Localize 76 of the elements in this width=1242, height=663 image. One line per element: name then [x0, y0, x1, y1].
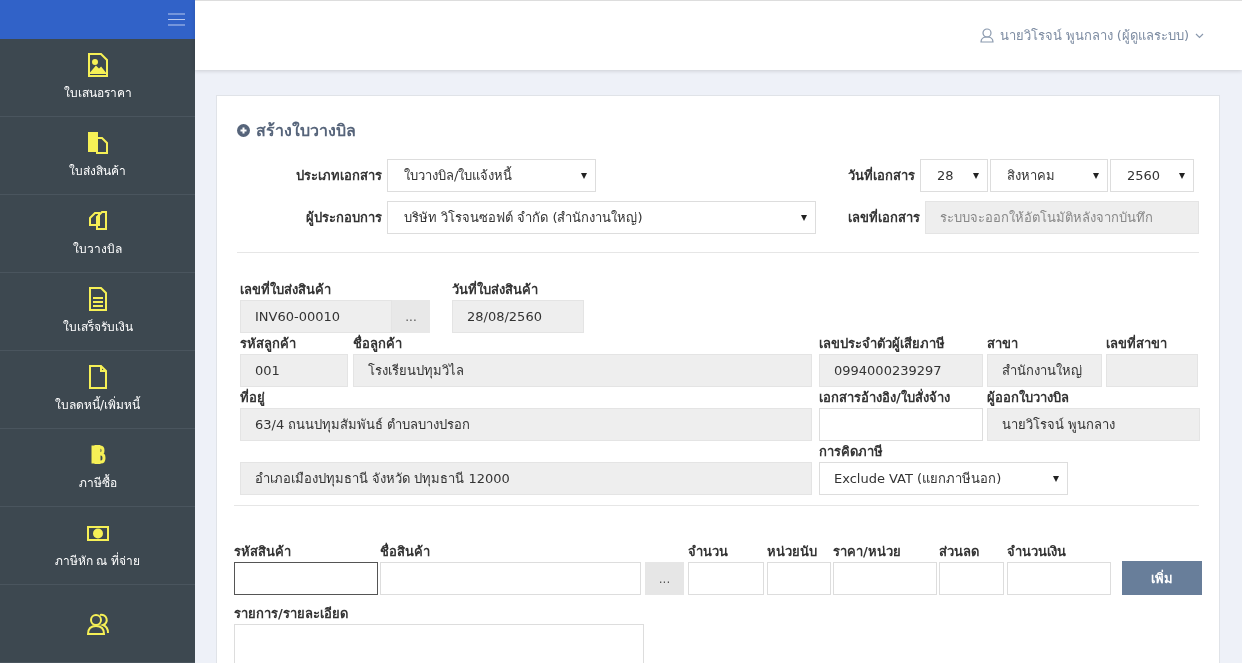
unit-price-field[interactable] — [833, 562, 937, 595]
day-select[interactable]: 28 — [920, 159, 988, 192]
user-menu[interactable]: นายวิโรจน์ พูนกลาง (ผู้ดูแลระบบ) — [979, 25, 1204, 46]
year-select[interactable]: 2560 — [1110, 159, 1194, 192]
sidebar-label: ภาษีซื้อ — [78, 473, 117, 492]
field-label: หน่วยนับ — [767, 543, 818, 561]
field-label: ราคา/หน่วย — [833, 543, 902, 561]
field-label: สาขา — [987, 335, 1019, 353]
tax-calculation-select[interactable]: Exclude VAT (แยกภาษีนอก) — [819, 462, 1068, 495]
field-label: วันที่เอกสาร — [848, 165, 915, 185]
product-code-field[interactable] — [234, 562, 378, 595]
unit-field[interactable] — [767, 562, 831, 595]
field-label: ส่วนลด — [939, 543, 980, 561]
field-label: เลขที่ใบส่งสินค้า — [240, 281, 332, 299]
field-label: จำนวน — [688, 543, 729, 561]
copy-icon — [86, 131, 109, 155]
sidebar-label: ใบเสนอราคา — [63, 85, 132, 102]
field-label: ประเภทเอกสาร — [295, 167, 382, 185]
field-label: ที่อยู่ — [240, 389, 266, 407]
browse-button[interactable]: ... — [392, 300, 430, 333]
field-label: เลขประจำตัวผู้เสียภาษี — [819, 335, 946, 353]
caret-icon — [1053, 475, 1059, 482]
chevron-icon — [1195, 32, 1204, 39]
sidebar-label: ใบส่งสินค้า — [69, 163, 126, 180]
field-label: ชื่อลูกค้า — [353, 335, 403, 353]
add-button[interactable]: เพิ่ม — [1122, 561, 1202, 595]
form-title: สร้างใบวางบิล — [256, 120, 356, 142]
caret-icon — [581, 172, 587, 179]
address-field[interactable]: อำเภอเมืองปทุมธานี จังหวัด ปทุมธานี 12000 — [240, 462, 812, 495]
text-icon — [86, 287, 109, 311]
document-number-field[interactable]: ระบบจะออกให้อัตโนมัติหลังจากบันทึก — [925, 201, 1199, 234]
field-label: รายการ/รายละเอียด — [234, 605, 349, 623]
field-label: เลขที่เอกสาร — [848, 207, 920, 227]
address-field[interactable]: 63/4 ถนนปทุมสัมพันธ์ ตำบลบางปรอก — [240, 408, 812, 441]
field-label: การคิดภาษี — [819, 443, 884, 461]
picture-icon — [86, 53, 109, 77]
field-label: เลขที่สาขา — [1106, 335, 1168, 353]
quantity-field[interactable] — [688, 562, 764, 595]
field-label: รหัสลูกค้า — [240, 335, 297, 353]
sidebar-label: ภาษีหัก ณ ที่จ่าย — [54, 551, 141, 570]
blank-icon — [86, 365, 109, 389]
field-label: ชื่อสินค้า — [380, 543, 431, 561]
sidebar-label: ใบเสร็จรับเงิน — [62, 318, 133, 336]
customer-name-field[interactable]: โรงเรียนปทุมวิไล — [353, 354, 812, 387]
browse-button[interactable]: ... — [645, 562, 684, 595]
customer-code-field[interactable]: 001 — [240, 354, 348, 387]
branch-number-field[interactable] — [1106, 354, 1198, 387]
tax-id-field[interactable]: 0994000239297 — [819, 354, 983, 387]
field-label: รหัสสินค้า — [234, 543, 292, 561]
sidebar-label: ใบวางบิล — [73, 241, 122, 258]
sidebar-label: ใบลดหนี้/เพิ่มหนี้ — [54, 395, 140, 414]
product-name-field[interactable] — [380, 562, 641, 595]
operator-select[interactable]: บริษัท วิโรจนซอฟต์ จำกัด (สำนักงานใหญ่) — [387, 201, 816, 234]
invoice-number-field[interactable]: INV60-00010 — [240, 300, 392, 333]
caret-icon — [973, 172, 979, 179]
users-icon — [86, 611, 109, 636]
discount-field[interactable] — [939, 562, 1004, 595]
issuer-field[interactable]: นายวิโรจน์ พูนกลาง — [987, 408, 1200, 441]
field-label: วันที่ใบส่งสินค้า — [452, 281, 539, 299]
document-type-select[interactable]: ใบวางบิล/ใบแจ้งหนี้ — [387, 159, 596, 192]
field-label: เอกสารอ้างอิง/ใบสั่งจ้าง — [819, 389, 951, 407]
caret-icon — [1179, 172, 1185, 179]
menu-icon[interactable] — [168, 13, 185, 26]
field-label: ผู้ประกอบการ — [305, 209, 382, 228]
copies-icon — [86, 209, 109, 233]
plus-circle-icon — [237, 124, 250, 137]
caret-icon — [1093, 172, 1099, 179]
user-icon — [979, 28, 994, 43]
invoice-date-field[interactable]: 28/08/2560 — [452, 300, 584, 333]
branch-field[interactable]: สำนักงานใหญ่ — [987, 354, 1102, 387]
caret-icon — [801, 214, 807, 221]
reference-field[interactable] — [819, 408, 983, 441]
amount-field[interactable] — [1007, 562, 1111, 595]
field-label: จำนวนเงิน — [1007, 543, 1067, 561]
month-select[interactable]: สิงหาคม — [990, 159, 1108, 192]
field-label: ผู้ออกใบวางบิล — [987, 389, 1070, 407]
